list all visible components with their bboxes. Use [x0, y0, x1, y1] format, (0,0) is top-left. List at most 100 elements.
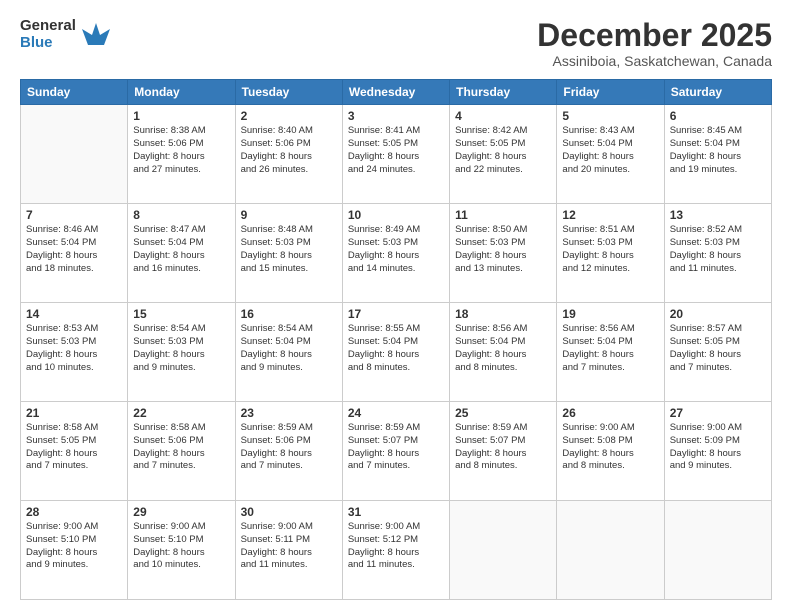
- calendar-cell: 28 Sunrise: 9:00 AM Sunset: 5:10 PM Dayli…: [21, 501, 128, 600]
- calendar-week-2: 7 Sunrise: 8:46 AM Sunset: 5:04 PM Daylig…: [21, 204, 772, 303]
- calendar-cell: 19Sunrise: 8:56 AM Sunset: 5:04 PM Dayli…: [557, 303, 664, 402]
- col-sunday: Sunday: [21, 80, 128, 105]
- day-number: 18: [455, 307, 551, 321]
- calendar-cell: 27Sunrise: 9:00 AM Sunset: 5:09 PM Dayli…: [664, 402, 771, 501]
- header-row: Sunday Monday Tuesday Wednesday Thursday…: [21, 80, 772, 105]
- calendar-cell: [450, 501, 557, 600]
- day-info: Sunrise: 8:50 AM Sunset: 5:03 PM Dayligh…: [455, 224, 551, 275]
- logo-blue: Blue: [20, 35, 76, 52]
- day-info: Sunrise: 8:54 AM Sunset: 5:03 PM Dayligh…: [133, 323, 229, 374]
- day-number: 11: [455, 208, 551, 222]
- day-info: Sunrise: 8:56 AM Sunset: 5:04 PM Dayligh…: [455, 323, 551, 374]
- month-title: December 2025: [537, 18, 772, 53]
- day-number: 10: [348, 208, 444, 222]
- day-info: Sunrise: 8:58 AM Sunset: 5:06 PM Dayligh…: [133, 422, 229, 473]
- day-number: 26: [562, 406, 658, 420]
- calendar-cell: 22 Sunrise: 8:58 AM Sunset: 5:06 PM Dayli…: [128, 402, 235, 501]
- day-number: 15: [133, 307, 229, 321]
- day-number: 20: [670, 307, 766, 321]
- calendar-cell: 30 Sunrise: 9:00 AM Sunset: 5:11 PM Dayli…: [235, 501, 342, 600]
- calendar-cell: 13 Sunrise: 8:52 AM Sunset: 5:03 PM Dayli…: [664, 204, 771, 303]
- title-block: December 2025 Assiniboia, Saskatchewan, …: [537, 18, 772, 69]
- day-info: Sunrise: 8:57 AM Sunset: 5:05 PM Dayligh…: [670, 323, 766, 374]
- day-number: 13: [670, 208, 766, 222]
- day-info: Sunrise: 8:58 AM Sunset: 5:05 PM Dayligh…: [26, 422, 122, 473]
- calendar-cell: 2 Sunrise: 8:40 AM Sunset: 5:06 PM Daylig…: [235, 105, 342, 204]
- calendar-week-1: 1 Sunrise: 8:38 AM Sunset: 5:06 PM Daylig…: [21, 105, 772, 204]
- calendar-cell: 31Sunrise: 9:00 AM Sunset: 5:12 PM Dayli…: [342, 501, 449, 600]
- col-wednesday: Wednesday: [342, 80, 449, 105]
- day-number: 21: [26, 406, 122, 420]
- header: General Blue December 2025 Assiniboia, S…: [20, 18, 772, 69]
- logo-text: General Blue: [20, 18, 76, 51]
- day-number: 2: [241, 109, 337, 123]
- day-info: Sunrise: 9:00 AM Sunset: 5:10 PM Dayligh…: [133, 521, 229, 572]
- day-number: 29: [133, 505, 229, 519]
- calendar-cell: [21, 105, 128, 204]
- calendar-cell: 7 Sunrise: 8:46 AM Sunset: 5:04 PM Daylig…: [21, 204, 128, 303]
- day-info: Sunrise: 9:00 AM Sunset: 5:09 PM Dayligh…: [670, 422, 766, 473]
- calendar-cell: 16Sunrise: 8:54 AM Sunset: 5:04 PM Dayli…: [235, 303, 342, 402]
- col-tuesday: Tuesday: [235, 80, 342, 105]
- calendar-cell: [557, 501, 664, 600]
- day-number: 23: [241, 406, 337, 420]
- day-info: Sunrise: 9:00 AM Sunset: 5:08 PM Dayligh…: [562, 422, 658, 473]
- calendar-cell: 25Sunrise: 8:59 AM Sunset: 5:07 PM Dayli…: [450, 402, 557, 501]
- calendar-cell: 11 Sunrise: 8:50 AM Sunset: 5:03 PM Dayli…: [450, 204, 557, 303]
- calendar-cell: 6Sunrise: 8:45 AM Sunset: 5:04 PM Daylig…: [664, 105, 771, 204]
- day-number: 12: [562, 208, 658, 222]
- calendar-cell: 8 Sunrise: 8:47 AM Sunset: 5:04 PM Daylig…: [128, 204, 235, 303]
- calendar-table: Sunday Monday Tuesday Wednesday Thursday…: [20, 79, 772, 600]
- day-number: 19: [562, 307, 658, 321]
- calendar-cell: 20 Sunrise: 8:57 AM Sunset: 5:05 PM Dayli…: [664, 303, 771, 402]
- calendar-cell: 17Sunrise: 8:55 AM Sunset: 5:04 PM Dayli…: [342, 303, 449, 402]
- day-info: Sunrise: 8:51 AM Sunset: 5:03 PM Dayligh…: [562, 224, 658, 275]
- calendar-cell: 23 Sunrise: 8:59 AM Sunset: 5:06 PM Dayli…: [235, 402, 342, 501]
- day-info: Sunrise: 9:00 AM Sunset: 5:12 PM Dayligh…: [348, 521, 444, 572]
- day-number: 28: [26, 505, 122, 519]
- day-number: 1: [133, 109, 229, 123]
- day-number: 8: [133, 208, 229, 222]
- day-info: Sunrise: 8:49 AM Sunset: 5:03 PM Dayligh…: [348, 224, 444, 275]
- day-number: 3: [348, 109, 444, 123]
- calendar-week-3: 14 Sunrise: 8:53 AM Sunset: 5:03 PM Dayli…: [21, 303, 772, 402]
- day-number: 22: [133, 406, 229, 420]
- location: Assiniboia, Saskatchewan, Canada: [537, 53, 772, 69]
- calendar-cell: 24Sunrise: 8:59 AM Sunset: 5:07 PM Dayli…: [342, 402, 449, 501]
- calendar-cell: 21 Sunrise: 8:58 AM Sunset: 5:05 PM Dayli…: [21, 402, 128, 501]
- day-info: Sunrise: 8:55 AM Sunset: 5:04 PM Dayligh…: [348, 323, 444, 374]
- day-number: 24: [348, 406, 444, 420]
- day-number: 5: [562, 109, 658, 123]
- calendar-cell: 9Sunrise: 8:48 AM Sunset: 5:03 PM Daylig…: [235, 204, 342, 303]
- day-info: Sunrise: 8:41 AM Sunset: 5:05 PM Dayligh…: [348, 125, 444, 176]
- day-number: 30: [241, 505, 337, 519]
- page: General Blue December 2025 Assiniboia, S…: [0, 0, 792, 612]
- day-info: Sunrise: 9:00 AM Sunset: 5:10 PM Dayligh…: [26, 521, 122, 572]
- day-info: Sunrise: 9:00 AM Sunset: 5:11 PM Dayligh…: [241, 521, 337, 572]
- day-number: 9: [241, 208, 337, 222]
- day-info: Sunrise: 8:59 AM Sunset: 5:07 PM Dayligh…: [455, 422, 551, 473]
- calendar-cell: [664, 501, 771, 600]
- day-info: Sunrise: 8:47 AM Sunset: 5:04 PM Dayligh…: [133, 224, 229, 275]
- calendar-cell: 4 Sunrise: 8:42 AM Sunset: 5:05 PM Daylig…: [450, 105, 557, 204]
- logo-icon: [80, 17, 112, 49]
- day-info: Sunrise: 8:54 AM Sunset: 5:04 PM Dayligh…: [241, 323, 337, 374]
- day-info: Sunrise: 8:46 AM Sunset: 5:04 PM Dayligh…: [26, 224, 122, 275]
- logo-general: General: [20, 18, 76, 35]
- col-thursday: Thursday: [450, 80, 557, 105]
- calendar-week-5: 28 Sunrise: 9:00 AM Sunset: 5:10 PM Dayli…: [21, 501, 772, 600]
- day-number: 14: [26, 307, 122, 321]
- col-saturday: Saturday: [664, 80, 771, 105]
- day-info: Sunrise: 8:38 AM Sunset: 5:06 PM Dayligh…: [133, 125, 229, 176]
- calendar-cell: 29 Sunrise: 9:00 AM Sunset: 5:10 PM Dayli…: [128, 501, 235, 600]
- day-number: 4: [455, 109, 551, 123]
- day-info: Sunrise: 8:52 AM Sunset: 5:03 PM Dayligh…: [670, 224, 766, 275]
- day-info: Sunrise: 8:53 AM Sunset: 5:03 PM Dayligh…: [26, 323, 122, 374]
- day-info: Sunrise: 8:45 AM Sunset: 5:04 PM Dayligh…: [670, 125, 766, 176]
- day-number: 7: [26, 208, 122, 222]
- day-info: Sunrise: 8:59 AM Sunset: 5:06 PM Dayligh…: [241, 422, 337, 473]
- calendar-cell: 10 Sunrise: 8:49 AM Sunset: 5:03 PM Dayli…: [342, 204, 449, 303]
- day-info: Sunrise: 8:40 AM Sunset: 5:06 PM Dayligh…: [241, 125, 337, 176]
- day-info: Sunrise: 8:42 AM Sunset: 5:05 PM Dayligh…: [455, 125, 551, 176]
- calendar-week-4: 21 Sunrise: 8:58 AM Sunset: 5:05 PM Dayli…: [21, 402, 772, 501]
